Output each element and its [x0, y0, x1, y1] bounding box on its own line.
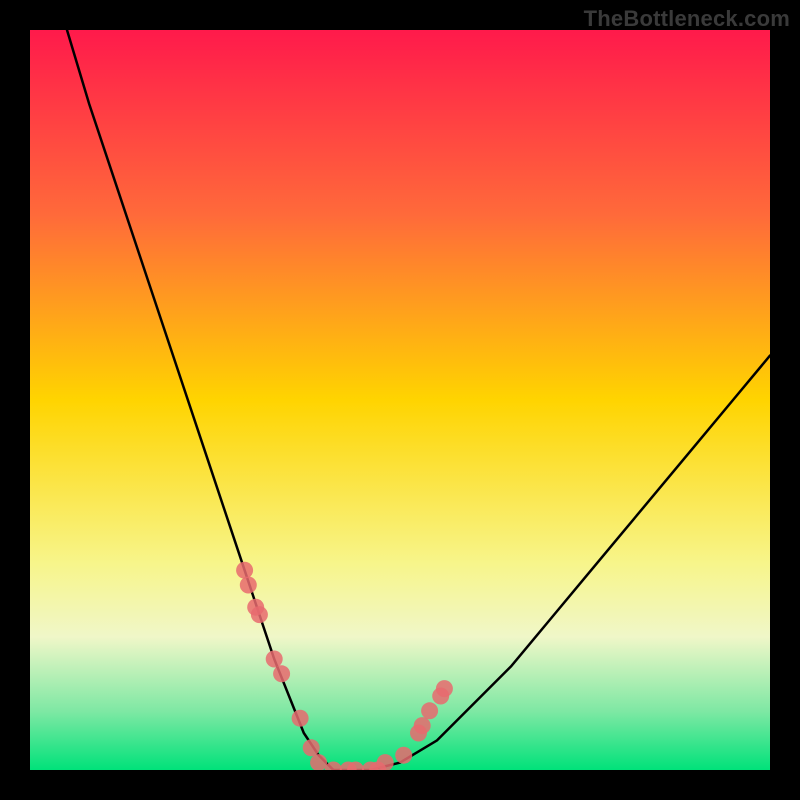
plot-area: [30, 30, 770, 770]
marker-point: [240, 577, 257, 594]
marker-point: [303, 739, 320, 756]
watermark-text: TheBottleneck.com: [584, 6, 790, 32]
marker-point: [266, 651, 283, 668]
marker-point: [251, 606, 268, 623]
marker-point: [236, 562, 253, 579]
gradient-background: [30, 30, 770, 770]
marker-point: [273, 665, 290, 682]
marker-point: [436, 680, 453, 697]
marker-point: [414, 717, 431, 734]
chart-canvas: [30, 30, 770, 770]
marker-point: [395, 747, 412, 764]
marker-point: [292, 710, 309, 727]
chart-frame: TheBottleneck.com: [0, 0, 800, 800]
marker-point: [421, 702, 438, 719]
